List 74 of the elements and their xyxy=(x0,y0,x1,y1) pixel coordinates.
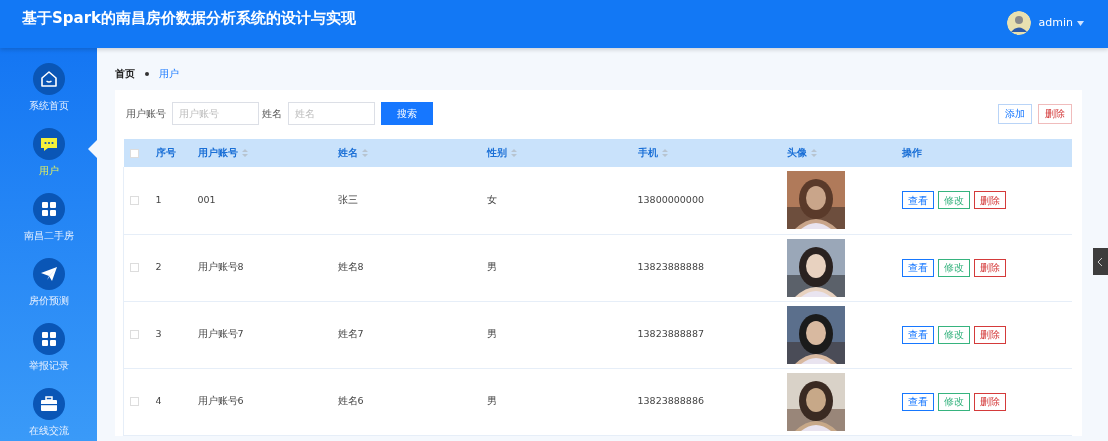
column-header: 序号 xyxy=(155,146,176,158)
table-cell: 3 xyxy=(155,328,162,340)
caret-icon[interactable] xyxy=(1077,20,1084,26)
edit-button[interactable]: 修改 xyxy=(937,325,970,344)
table-cell: 张三 xyxy=(337,194,358,206)
table-cell: 13823888886 xyxy=(637,395,704,407)
sort-icon[interactable] xyxy=(810,149,817,158)
chevron-left-icon xyxy=(1098,257,1103,266)
separator-dot xyxy=(145,71,149,76)
sidebar-item[interactable]: 举报记录 xyxy=(0,323,97,388)
table-cell: 用户账号7 xyxy=(197,328,244,340)
column-header: 操作 xyxy=(901,146,922,158)
table-cell: 13800000000 xyxy=(637,194,704,206)
sort-icon[interactable] xyxy=(361,149,368,158)
collapse-handle[interactable] xyxy=(1093,248,1108,275)
selection-pointer xyxy=(88,140,97,158)
user-name[interactable]: admin xyxy=(1038,14,1073,32)
table-cell: 姓名6 xyxy=(337,395,364,407)
table-cell: 1 xyxy=(155,194,162,206)
view-button[interactable]: 查看 xyxy=(901,392,934,411)
view-button[interactable]: 查看 xyxy=(901,258,934,277)
field-label: 用户账号 xyxy=(126,107,166,121)
table-cell: 姓名7 xyxy=(337,328,364,340)
edit-button[interactable]: 修改 xyxy=(937,392,970,411)
delete-button[interactable]: 删除 xyxy=(973,325,1006,344)
sidebar-item[interactable]: 南昌二手房 xyxy=(0,193,97,258)
field-label: 姓名 xyxy=(262,107,282,121)
add-button[interactable]: 添加 xyxy=(998,103,1032,124)
table-cell: 男 xyxy=(486,261,497,273)
table-cell: 用户账号8 xyxy=(197,261,244,273)
sort-icon[interactable] xyxy=(661,149,668,158)
column-header[interactable]: 性别 xyxy=(486,146,507,158)
breadcrumb-item[interactable]: 首页 xyxy=(115,66,135,81)
table-cell: 2 xyxy=(155,261,162,273)
sort-icon[interactable] xyxy=(241,149,248,158)
table-cell: 男 xyxy=(486,328,497,340)
column-header[interactable]: 用户账号 xyxy=(197,146,238,158)
table-cell: 用户账号6 xyxy=(197,395,244,407)
user-avatar-icon[interactable] xyxy=(1006,11,1031,35)
table-cell: 男 xyxy=(486,395,497,407)
checkbox[interactable] xyxy=(130,263,139,273)
column-header[interactable]: 头像 xyxy=(786,146,807,158)
home-icon xyxy=(38,69,59,89)
checkbox[interactable] xyxy=(130,330,139,340)
checkbox[interactable] xyxy=(130,397,139,407)
table-cell: 姓名8 xyxy=(337,261,364,273)
view-button[interactable]: 查看 xyxy=(901,191,934,210)
table-cell: 001 xyxy=(197,194,216,206)
column-header[interactable]: 姓名 xyxy=(337,146,358,158)
table-cell: 13823888887 xyxy=(637,328,704,340)
table-cell: 4 xyxy=(155,395,162,407)
checkbox[interactable] xyxy=(130,196,139,206)
sidebar-item[interactable]: 系统首页 xyxy=(0,63,97,128)
breadcrumb-item: 用户 xyxy=(159,67,179,81)
view-button[interactable]: 查看 xyxy=(901,325,934,344)
column-header[interactable]: 手机 xyxy=(637,146,658,158)
search-button[interactable]: 搜索 xyxy=(381,102,433,125)
input-field[interactable]: 姓名 xyxy=(288,102,375,125)
sort-icon[interactable] xyxy=(510,149,517,158)
table-cell: 13823888888 xyxy=(637,261,704,273)
edit-button[interactable]: 修改 xyxy=(937,258,970,277)
delete-button[interactable]: 删除 xyxy=(973,191,1006,210)
sidebar-item[interactable]: 房价预测 xyxy=(0,258,97,323)
input-field[interactable]: 用户账号 xyxy=(172,102,259,125)
briefcase-icon xyxy=(38,394,59,414)
app-title: 基于Spark的南昌房价数据分析系统的设计与实现 xyxy=(22,7,357,29)
sidebar-item[interactable]: 用户 xyxy=(0,128,97,193)
delete-button[interactable]: 删除 xyxy=(1038,103,1072,124)
delete-button[interactable]: 删除 xyxy=(973,258,1006,277)
sidebar-item[interactable]: 在线交流 xyxy=(0,388,97,441)
table-cell: 女 xyxy=(486,194,497,206)
checkbox[interactable] xyxy=(129,148,139,158)
delete-button[interactable]: 删除 xyxy=(973,392,1006,411)
edit-button[interactable]: 修改 xyxy=(937,191,970,210)
